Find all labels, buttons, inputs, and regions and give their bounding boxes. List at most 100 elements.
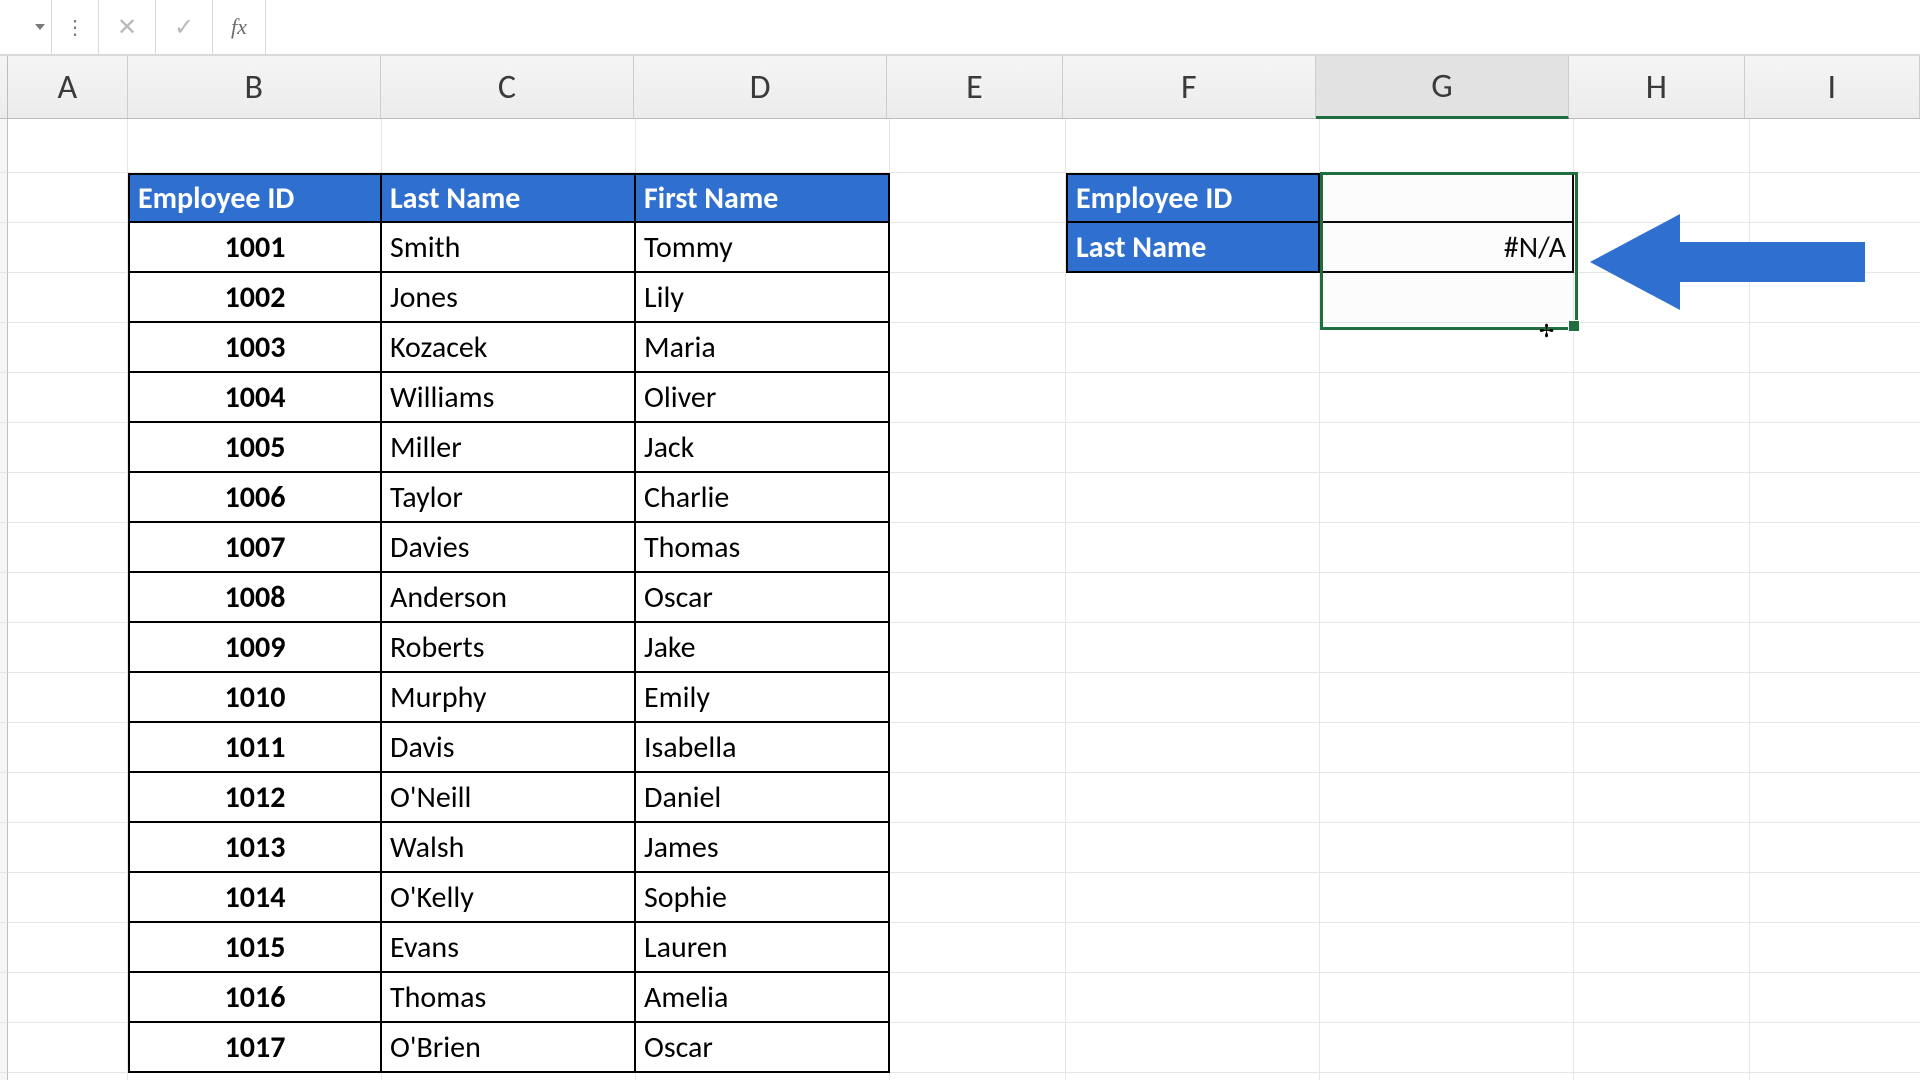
col-header-b[interactable]: B xyxy=(128,56,381,118)
table-row-id[interactable]: 1011 xyxy=(128,723,382,773)
cell[interactable] xyxy=(1750,873,1920,923)
cell[interactable] xyxy=(8,423,128,473)
cell[interactable] xyxy=(1320,523,1574,573)
cell[interactable] xyxy=(8,873,128,923)
cell[interactable] xyxy=(1320,273,1574,323)
cell[interactable] xyxy=(1066,1023,1320,1073)
cell[interactable] xyxy=(1066,923,1320,973)
cell[interactable] xyxy=(8,1073,128,1080)
cell[interactable] xyxy=(1066,723,1320,773)
cell[interactable] xyxy=(1750,623,1920,673)
table-row-last[interactable]: Roberts xyxy=(382,623,636,673)
table-row-first[interactable]: Oscar xyxy=(636,573,890,623)
cell[interactable] xyxy=(8,823,128,873)
cell[interactable] xyxy=(1320,373,1574,423)
cell[interactable] xyxy=(8,173,128,223)
table-row-last[interactable]: Walsh xyxy=(382,823,636,873)
table-header-id[interactable]: Employee ID xyxy=(128,173,382,223)
table-row-first[interactable]: Lauren xyxy=(636,923,890,973)
cell[interactable] xyxy=(1066,1073,1320,1080)
cell[interactable] xyxy=(1066,119,1320,173)
cell[interactable] xyxy=(1320,473,1574,523)
cell[interactable] xyxy=(1574,423,1750,473)
table-row-first[interactable]: Daniel xyxy=(636,773,890,823)
table-row-id[interactable]: 1007 xyxy=(128,523,382,573)
table-row-first[interactable]: Maria xyxy=(636,323,890,373)
table-row-id[interactable]: 1014 xyxy=(128,873,382,923)
cell[interactable] xyxy=(1320,773,1574,823)
cell[interactable] xyxy=(1320,1073,1574,1080)
table-row-last[interactable]: O'Kelly xyxy=(382,873,636,923)
table-row-first[interactable]: Lily xyxy=(636,273,890,323)
lookup-value-id[interactable] xyxy=(1320,173,1574,223)
cell[interactable] xyxy=(1574,1073,1750,1080)
cell[interactable] xyxy=(8,673,128,723)
table-row-first[interactable]: James xyxy=(636,823,890,873)
cell[interactable] xyxy=(8,323,128,373)
table-row-id[interactable]: 1012 xyxy=(128,773,382,823)
table-row-first[interactable]: Emily xyxy=(636,673,890,723)
cell[interactable] xyxy=(1574,823,1750,873)
cell[interactable] xyxy=(1574,773,1750,823)
cell[interactable] xyxy=(890,823,1066,873)
table-row-first[interactable]: Amelia xyxy=(636,973,890,1023)
cell[interactable] xyxy=(8,523,128,573)
cell[interactable] xyxy=(1066,623,1320,673)
cell[interactable] xyxy=(1320,1023,1574,1073)
lookup-label-last[interactable]: Last Name xyxy=(1066,223,1320,273)
cell[interactable] xyxy=(1066,523,1320,573)
cell[interactable] xyxy=(8,119,128,173)
cell[interactable] xyxy=(1750,673,1920,723)
table-row-id[interactable]: 1006 xyxy=(128,473,382,523)
cell[interactable] xyxy=(1750,423,1920,473)
table-row-first[interactable]: Oliver xyxy=(636,373,890,423)
table-row-first[interactable]: Charlie xyxy=(636,473,890,523)
cell[interactable] xyxy=(890,273,1066,323)
cell[interactable] xyxy=(890,523,1066,573)
table-row-last[interactable]: Davies xyxy=(382,523,636,573)
fx-button[interactable]: fx xyxy=(213,0,266,54)
table-row-first[interactable]: Sophie xyxy=(636,873,890,923)
cell[interactable] xyxy=(1574,623,1750,673)
cell[interactable] xyxy=(1320,323,1574,373)
cell[interactable] xyxy=(1320,673,1574,723)
cell[interactable] xyxy=(8,273,128,323)
table-row-last[interactable]: Davis xyxy=(382,723,636,773)
cell[interactable] xyxy=(890,773,1066,823)
cell[interactable] xyxy=(1750,323,1920,373)
cell[interactable] xyxy=(890,423,1066,473)
table-row-first[interactable]: Jake xyxy=(636,623,890,673)
table-row-id[interactable]: 1010 xyxy=(128,673,382,723)
cell[interactable] xyxy=(890,473,1066,523)
cell[interactable] xyxy=(1750,723,1920,773)
table-row-last[interactable]: Evans xyxy=(382,923,636,973)
cell[interactable] xyxy=(1066,273,1320,323)
cell[interactable] xyxy=(1574,673,1750,723)
cell[interactable] xyxy=(1750,523,1920,573)
cell[interactable] xyxy=(1066,773,1320,823)
cell[interactable] xyxy=(1750,1073,1920,1080)
cell[interactable] xyxy=(382,119,636,173)
table-row-last[interactable]: Jones xyxy=(382,273,636,323)
cell[interactable] xyxy=(1574,973,1750,1023)
table-header-last[interactable]: Last Name xyxy=(382,173,636,223)
cell[interactable] xyxy=(1750,373,1920,423)
cell[interactable] xyxy=(1320,423,1574,473)
cell[interactable] xyxy=(382,1073,636,1080)
cell[interactable] xyxy=(1750,923,1920,973)
table-row-id[interactable]: 1005 xyxy=(128,423,382,473)
col-header-a[interactable]: A xyxy=(8,56,128,118)
lookup-value-last[interactable]: #N/A xyxy=(1320,223,1574,273)
cell[interactable] xyxy=(890,373,1066,423)
table-row-id[interactable]: 1001 xyxy=(128,223,382,273)
cell[interactable] xyxy=(1574,873,1750,923)
cell[interactable] xyxy=(8,923,128,973)
cell[interactable] xyxy=(8,973,128,1023)
cell[interactable] xyxy=(8,223,128,273)
cell[interactable] xyxy=(1574,119,1750,173)
table-row-last[interactable]: Williams xyxy=(382,373,636,423)
cell[interactable] xyxy=(1574,1023,1750,1073)
col-header-f[interactable]: F xyxy=(1063,56,1316,118)
cell[interactable] xyxy=(1574,523,1750,573)
table-row-last[interactable]: Taylor xyxy=(382,473,636,523)
